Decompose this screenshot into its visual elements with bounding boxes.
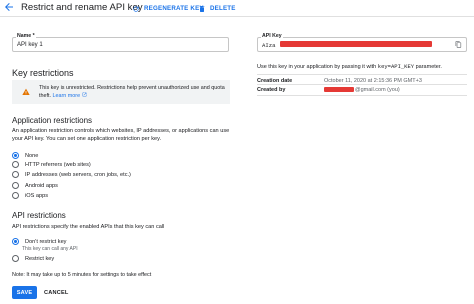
api-restrictions-heading: API restrictions: [12, 211, 66, 220]
radio-selected-icon[interactable]: [12, 152, 19, 159]
app-restriction-none[interactable]: None: [12, 151, 38, 160]
api-restrictions-description: API restrictions specify the enabled API…: [12, 224, 165, 230]
refresh-icon: [133, 5, 139, 12]
copy-icon[interactable]: [455, 41, 462, 48]
application-restrictions-description: An application restriction controls whic…: [12, 128, 230, 142]
api-restriction-label: Restrict key: [25, 255, 55, 262]
radio-icon[interactable]: [12, 161, 19, 168]
radio-icon[interactable]: [12, 171, 19, 178]
created-by-suffix: @gmail.com (you): [355, 87, 400, 93]
app-restriction-android-apps[interactable]: Android apps: [12, 181, 58, 190]
api-key-field[interactable]: API Key AIza: [257, 33, 467, 52]
app-restriction-label: iOS apps: [25, 192, 49, 199]
back-arrow-icon[interactable]: [3, 1, 15, 13]
app-restriction-label: IP addresses (web servers, cron jobs, et…: [25, 171, 131, 178]
propagation-note: Note: It may take up to 5 minutes for se…: [12, 272, 152, 278]
divider: [257, 84, 467, 85]
api-key-field-label: API Key: [261, 33, 283, 39]
unrestricted-warning: This key is unrestricted. Restrictions h…: [12, 80, 230, 104]
created-by-label: Created by: [257, 87, 286, 93]
app-restriction-ios-apps[interactable]: iOS apps: [12, 191, 48, 200]
api-restriction-dont-restrict[interactable]: Don't restrict key: [12, 237, 66, 246]
usage-suffix: parameter.: [415, 64, 442, 70]
api-restriction-restrict-key[interactable]: Restrict key: [12, 254, 54, 263]
api-key-prefix: AIza: [262, 42, 276, 49]
cancel-button[interactable]: CANCEL: [44, 290, 69, 296]
trash-icon: [199, 5, 205, 12]
radio-icon[interactable]: [12, 192, 19, 199]
name-field-value[interactable]: API key 1: [17, 42, 43, 48]
api-restriction-label: Don't restrict key: [25, 238, 67, 245]
page-title: Restrict and rename API key: [21, 2, 143, 13]
warning-text: This key is unrestricted. Restrictions h…: [39, 85, 229, 100]
usage-prefix: Use this key in your application by pass…: [257, 64, 377, 70]
api-key-usage-hint: Use this key in your application by pass…: [257, 63, 442, 70]
warning-icon: [22, 88, 30, 95]
app-restriction-ip-addresses[interactable]: IP addresses (web servers, cron jobs, et…: [12, 170, 131, 179]
name-field[interactable]: Name * API key 1: [12, 33, 229, 52]
radio-icon[interactable]: [12, 255, 19, 262]
application-restrictions-heading: Application restrictions: [12, 116, 93, 125]
external-link-icon: [82, 92, 86, 97]
learn-more-label: Learn more: [52, 93, 81, 99]
delete-button[interactable]: DELETE: [198, 3, 236, 14]
delete-label: DELETE: [210, 5, 236, 12]
app-restriction-http-referrers[interactable]: HTTP referrers (web sites): [12, 160, 91, 169]
api-restriction-sub-text: This key can call any API: [22, 246, 78, 252]
divider: [257, 95, 467, 96]
key-restrictions-heading: Key restrictions: [12, 68, 74, 78]
app-restriction-label: HTTP referrers (web sites): [25, 161, 91, 168]
top-app-bar: Restrict and rename API key REGENERATE K…: [0, 0, 474, 17]
usage-code: key=API_KEY: [377, 63, 415, 70]
redacted-key-mark: [280, 41, 432, 47]
radio-icon[interactable]: [12, 182, 19, 189]
app-restriction-label: Android apps: [25, 182, 58, 189]
learn-more-link[interactable]: Learn more: [52, 92, 87, 99]
regenerate-key-button[interactable]: REGENERATE KEY: [132, 3, 204, 14]
app-restriction-label: None: [25, 152, 39, 159]
name-field-label: Name *: [16, 33, 36, 39]
regenerate-key-label: REGENERATE KEY: [144, 5, 204, 12]
divider: [257, 74, 467, 75]
save-button[interactable]: SAVE: [12, 286, 37, 299]
redacted-email-mark: [324, 87, 354, 92]
radio-selected-icon[interactable]: [12, 238, 19, 245]
